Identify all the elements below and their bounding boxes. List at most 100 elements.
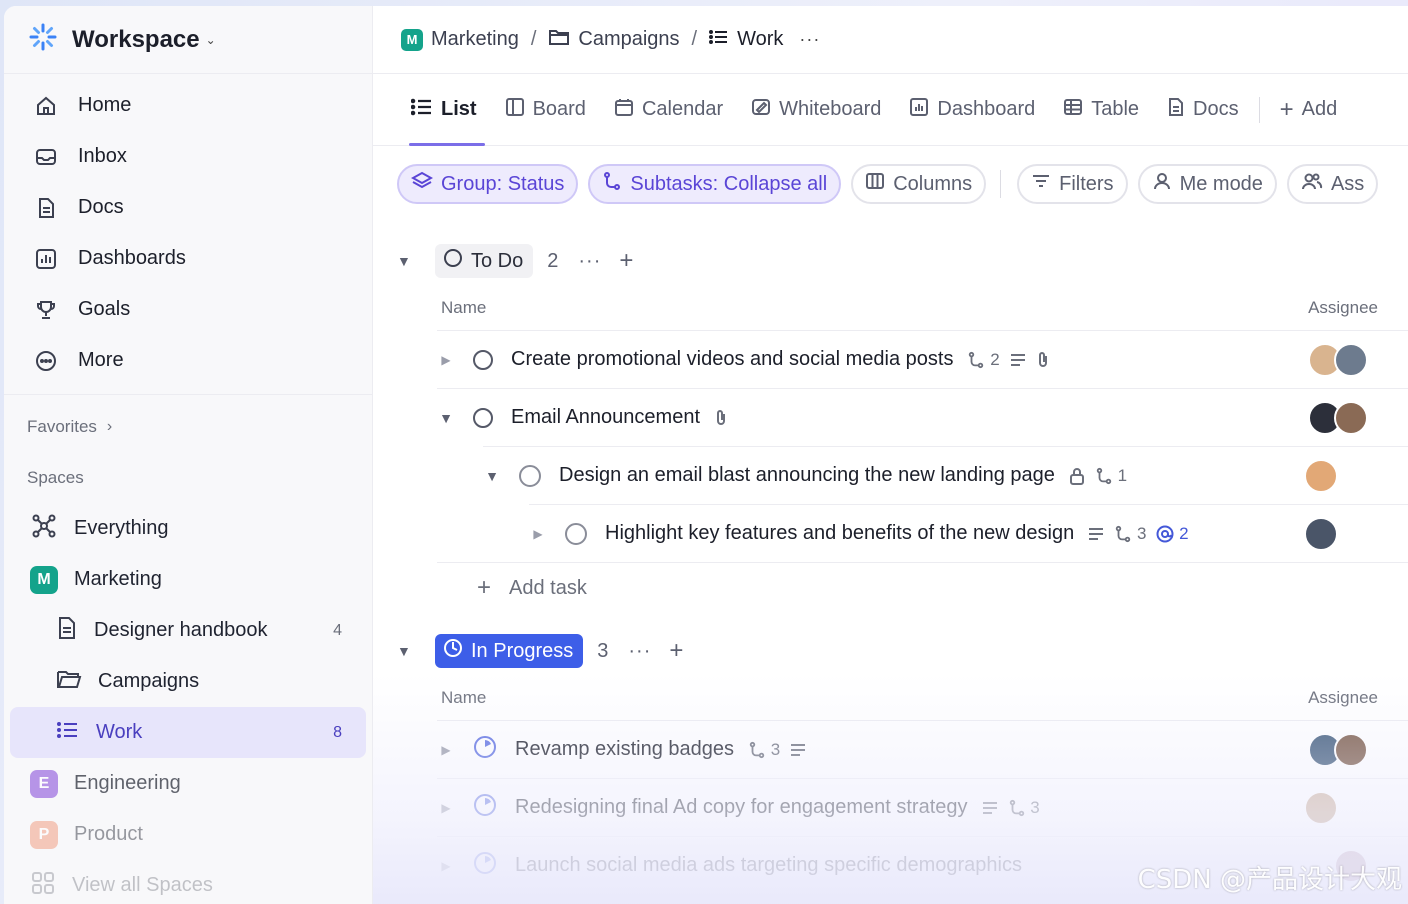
task-row[interactable]: ▼ Email Announcement [437,388,1408,446]
caret-down-icon[interactable]: ▼ [397,253,421,269]
favorites-section[interactable]: Favorites › [4,401,372,452]
task-name[interactable]: Create promotional videos and social med… [511,348,953,371]
breadcrumb-list[interactable]: Work [709,28,783,51]
caret-down-icon[interactable]: ▼ [437,410,455,426]
attachment-icon [714,409,728,427]
task-name[interactable]: Redesigning final Ad copy for engagement… [515,796,968,819]
filters-chip[interactable]: Filters [1017,164,1128,204]
caret-right-icon[interactable]: ▶ [437,801,455,815]
subtask-row[interactable]: ▶ Highlight key features and benefits of… [529,504,1408,562]
tab-dashboard[interactable]: Dashboard [895,74,1049,145]
list-icon [709,28,729,51]
me-mode-chip[interactable]: Me mode [1137,164,1277,204]
space-marketing[interactable]: M Marketing [4,554,372,605]
add-icon[interactable]: + [669,637,683,665]
task-name[interactable]: Launch social media ads targeting specif… [515,854,1022,877]
nav-goals[interactable]: Goals [4,284,372,335]
sub-item-label: Designer handbook [94,619,268,641]
columns-chip[interactable]: Columns [851,164,987,204]
docs-icon [32,194,60,222]
tab-list[interactable]: List [397,74,491,146]
task-name[interactable]: Highlight key features and benefits of t… [605,522,1074,545]
status-circle-icon[interactable] [473,349,493,370]
assignee-avatars[interactable] [1308,342,1368,377]
nav-home[interactable]: Home [4,80,372,131]
chip-label: Me mode [1179,172,1263,195]
caret-right-icon[interactable]: ▶ [529,527,547,541]
status-circle-icon[interactable] [565,522,587,545]
task-row[interactable]: ▶ Revamp existing badges 3 [437,720,1408,778]
status-label: In Progress [471,639,574,662]
task-row[interactable]: ▶ Redesigning final Ad copy for engageme… [437,778,1408,836]
avatar [1334,342,1368,377]
breadcrumb: M Marketing / Campaigns / Work ··· [373,6,1408,74]
space-product[interactable]: P Product [4,809,372,860]
tab-board[interactable]: Board [491,74,600,145]
item-count: 4 [333,621,342,639]
column-name[interactable]: Name [441,688,486,708]
tab-docs[interactable]: Docs [1153,74,1253,145]
subtasks-chip[interactable]: Subtasks: Collapse all [588,164,842,204]
in-progress-icon[interactable] [473,793,497,823]
in-progress-icon[interactable] [473,735,497,765]
tab-table[interactable]: Table [1049,74,1153,145]
nav-docs[interactable]: Docs [4,182,372,233]
list-work[interactable]: Work 8 [10,707,366,758]
status-pill-todo[interactable]: To Do [435,244,534,278]
view-all-spaces[interactable]: View all Spaces [4,860,372,904]
assignee-avatars[interactable] [1304,790,1338,825]
tab-label: Docs [1193,98,1239,120]
assignee-avatars[interactable] [1304,458,1338,493]
more-icon [32,347,60,375]
assignee-avatars[interactable] [1308,732,1368,767]
column-assignee[interactable]: Assignee [1308,688,1378,708]
add-task-button[interactable]: + Add task [477,574,587,602]
nav-dashboards[interactable]: Dashboards [4,233,372,284]
sub-item-label: Work [96,721,143,743]
assignee-chip[interactable]: Ass [1286,164,1379,204]
subtask-row[interactable]: ▼ Design an email blast announcing the n… [483,446,1408,504]
caret-down-icon[interactable]: ▼ [483,468,501,484]
tab-divider [1258,96,1260,123]
nav-more[interactable]: More [4,335,372,386]
everything-icon [30,512,58,546]
column-assignee[interactable]: Assignee [1308,298,1378,318]
workspace-switcher[interactable]: Workspace ⌄ [4,6,372,74]
caret-right-icon[interactable]: ▶ [437,743,455,757]
space-label: Everything [74,517,169,539]
nav-label: Dashboards [78,247,186,269]
workspace-logo-icon [28,22,58,57]
nav-inbox[interactable]: Inbox [4,131,372,182]
space-everything[interactable]: Everything [4,503,372,554]
status-circle-icon[interactable] [473,407,493,428]
caret-right-icon[interactable]: ▶ [437,353,455,367]
more-options-icon[interactable]: ··· [578,250,601,273]
space-engineering[interactable]: E Engineering [4,758,372,809]
nav-label: Goals [78,298,131,320]
task-name[interactable]: Email Announcement [511,406,700,429]
task-name[interactable]: Design an email blast announcing the new… [559,464,1055,487]
task-name[interactable]: Revamp existing badges [515,738,734,761]
space-label: Product [74,823,143,845]
tab-calendar[interactable]: Calendar [600,74,737,145]
doc-designer-handbook[interactable]: Designer handbook 4 [4,605,372,656]
assignee-avatars[interactable] [1304,516,1338,551]
breadcrumb-space[interactable]: M Marketing [401,28,519,51]
in-progress-icon[interactable] [473,851,497,881]
add-icon[interactable]: + [619,247,633,275]
status-pill-in-progress[interactable]: In Progress [435,634,584,668]
more-options-icon[interactable]: ··· [628,640,651,663]
group-status-chip[interactable]: Group: Status [397,164,579,204]
tab-whiteboard[interactable]: Whiteboard [737,74,895,145]
status-circle-icon[interactable] [519,464,541,487]
tab-add[interactable]: + Add [1266,74,1352,145]
caret-right-icon[interactable]: ▶ [437,859,455,873]
task-row[interactable]: ▶ Create promotional videos and social m… [437,330,1408,388]
assignee-avatars[interactable] [1308,400,1368,435]
breadcrumb-folder[interactable]: Campaigns [548,28,680,52]
caret-down-icon[interactable]: ▼ [397,643,421,659]
column-name[interactable]: Name [441,298,486,318]
group-header-in-progress: ▼ In Progress 3 ··· + [397,634,683,668]
more-options-icon[interactable]: ··· [799,29,820,50]
folder-campaigns[interactable]: Campaigns [4,656,372,707]
